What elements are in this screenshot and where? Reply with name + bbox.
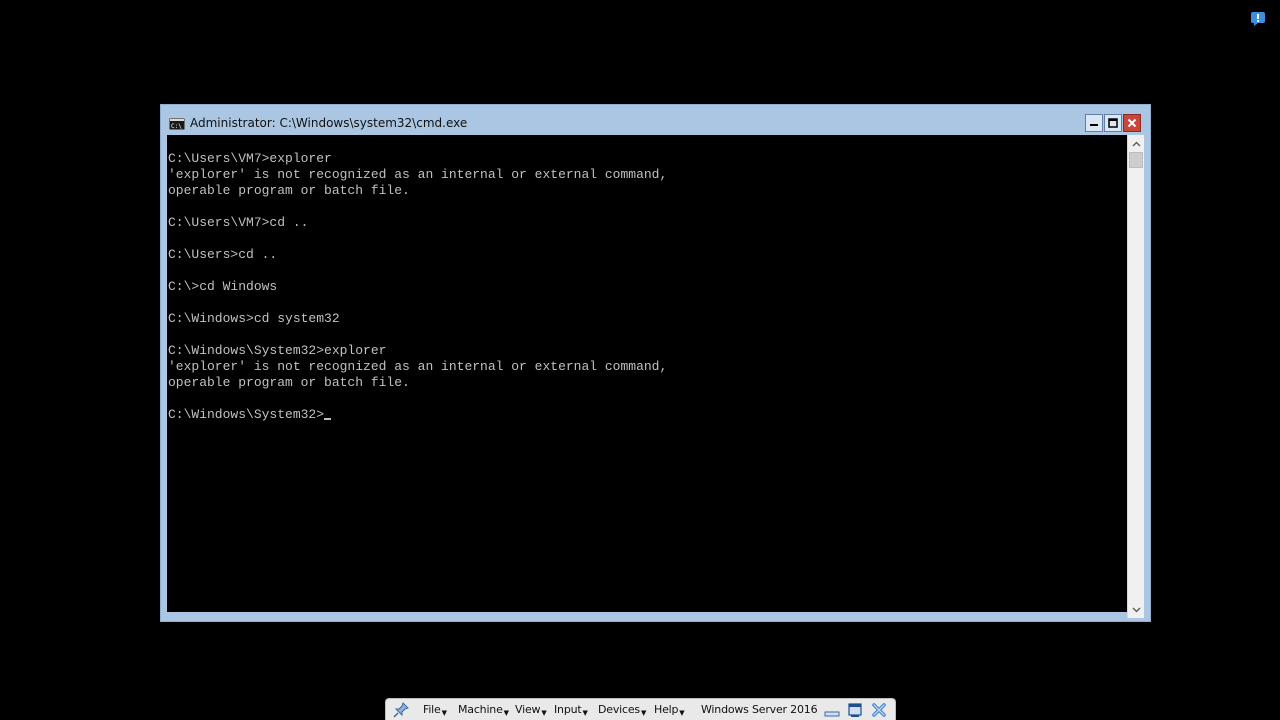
chevron-down-icon: [1132, 607, 1140, 612]
vertical-scrollbar[interactable]: [1127, 135, 1144, 618]
console-history: C:\Users\VM7>explorer 'explorer' is not …: [168, 151, 667, 390]
restore-icon[interactable]: [847, 702, 863, 718]
menu-view-label: View: [515, 703, 541, 716]
scroll-up-button[interactable]: [1128, 135, 1144, 152]
console-line: operable program or batch file.: [168, 375, 410, 390]
maximize-button[interactable]: [1104, 114, 1122, 132]
menu-devices[interactable]: Devices▼: [598, 703, 646, 717]
menu-view[interactable]: View▼: [515, 703, 547, 717]
maximize-icon: [1108, 118, 1118, 128]
scroll-down-button[interactable]: [1128, 601, 1144, 618]
menu-devices-label: Devices: [598, 703, 640, 716]
menu-file[interactable]: File▼: [423, 703, 447, 717]
vbox-mini-toolbar: File▼ Machine▼ View▼ Input▼ Devices▼ Hel…: [385, 698, 896, 720]
scroll-thumb[interactable]: [1129, 152, 1143, 168]
svg-text:C:\: C:\: [171, 123, 182, 130]
minimize-icon[interactable]: [824, 702, 840, 718]
title-bar[interactable]: C:\ Administrator: C:\Windows\system32\c…: [161, 105, 1150, 135]
chevron-down-icon: ▼: [679, 709, 685, 717]
console-line: 'explorer' is not recognized as an inter…: [168, 359, 668, 374]
close-button[interactable]: [1123, 114, 1141, 132]
chevron-down-icon: ▼: [503, 709, 509, 717]
chevron-down-icon: ▼: [541, 709, 547, 717]
chevron-down-icon: ▼: [582, 709, 588, 717]
menu-machine[interactable]: Machine▼: [458, 703, 509, 717]
menu-machine-label: Machine: [458, 703, 503, 716]
console-line: C:\Users\VM7>cd ..: [168, 215, 309, 230]
console-line: C:\Users>cd ..: [168, 247, 278, 262]
notification-icon[interactable]: [1250, 11, 1266, 27]
console-text: C:\Users\VM7>explorer 'explorer' is not …: [168, 151, 667, 423]
console-prompt: C:\Windows\System32>: [168, 407, 325, 422]
console-line: operable program or batch file.: [168, 183, 410, 198]
minimize-icon: [1090, 124, 1098, 126]
cmd-window[interactable]: C:\ Administrator: C:\Windows\system32\c…: [160, 104, 1151, 622]
vm-name: Windows Server 2016: [701, 703, 818, 716]
console-output[interactable]: C:\Users\VM7>explorer 'explorer' is not …: [167, 135, 1127, 612]
chevron-down-icon: ▼: [441, 709, 447, 717]
pin-icon[interactable]: [393, 702, 409, 718]
desktop: C:\ Administrator: C:\Windows\system32\c…: [0, 0, 1280, 720]
menu-input-label: Input: [554, 703, 582, 716]
menu-help-label: Help: [654, 703, 679, 716]
window-title: Administrator: C:\Windows\system32\cmd.e…: [190, 116, 468, 130]
close-icon: [1127, 118, 1137, 128]
close-icon[interactable]: [871, 702, 887, 718]
menu-input[interactable]: Input▼: [554, 703, 588, 717]
console-line: C:\>cd Windows: [168, 279, 278, 294]
menu-file-label: File: [423, 703, 441, 716]
text-cursor: [324, 418, 332, 420]
console-line: C:\Users\VM7>explorer: [168, 151, 332, 166]
console-line: C:\Windows\System32>explorer: [168, 343, 387, 358]
cmd-app-icon: C:\: [169, 118, 185, 130]
console-line: C:\Windows>cd system32: [168, 311, 340, 326]
minimize-button[interactable]: [1085, 114, 1103, 132]
chevron-up-icon: [1132, 141, 1140, 146]
console-line: 'explorer' is not recognized as an inter…: [168, 167, 668, 182]
menu-help[interactable]: Help▼: [654, 703, 685, 717]
chevron-down-icon: ▼: [640, 709, 647, 717]
